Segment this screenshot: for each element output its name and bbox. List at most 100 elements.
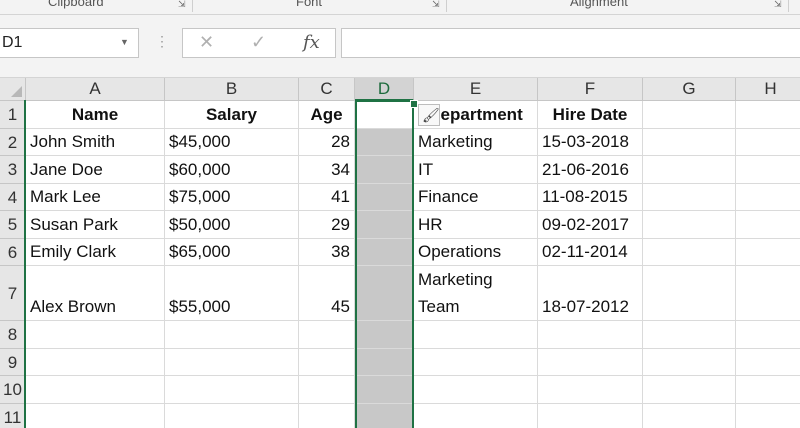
cell-f3[interactable]: 21-06-2016	[538, 156, 643, 184]
column-header-g[interactable]: G	[643, 78, 736, 101]
row-header-5[interactable]: 5	[0, 211, 26, 239]
cell-h9[interactable]	[736, 349, 800, 376]
cell-f11[interactable]	[538, 404, 643, 428]
cell-h5[interactable]	[736, 211, 800, 239]
column-header-c[interactable]: C	[299, 78, 355, 101]
cell-f1[interactable]: Hire Date	[538, 101, 643, 129]
drag-handle-icon[interactable]: ⋮	[155, 33, 169, 50]
cell-c8[interactable]	[299, 321, 355, 349]
cell-e9[interactable]	[414, 349, 538, 376]
cell-b9[interactable]	[165, 349, 299, 376]
cell-h8[interactable]	[736, 321, 800, 349]
cell-f9[interactable]	[538, 349, 643, 376]
fill-handle[interactable]	[410, 100, 418, 108]
alignment-launcher-icon[interactable]: ⇲	[774, 0, 782, 10]
font-launcher-icon[interactable]: ⇲	[432, 0, 440, 10]
cell-b7[interactable]: $55,000	[165, 266, 299, 321]
cell-c3[interactable]: 34	[299, 156, 355, 184]
cell-g2[interactable]	[643, 129, 736, 156]
cell-h3[interactable]	[736, 156, 800, 184]
cell-h10[interactable]	[736, 376, 800, 404]
cell-d10[interactable]	[355, 376, 414, 404]
cell-c9[interactable]	[299, 349, 355, 376]
insert-function-button[interactable]: fx	[303, 32, 320, 53]
cell-b10[interactable]	[165, 376, 299, 404]
row-header-4[interactable]: 4	[0, 184, 26, 211]
cell-h11[interactable]	[736, 404, 800, 428]
cell-h2[interactable]	[736, 129, 800, 156]
cell-f5[interactable]: 09-02-2017	[538, 211, 643, 239]
cell-d2[interactable]	[355, 129, 414, 156]
row-header-11[interactable]: 11	[0, 404, 26, 428]
row-header-9[interactable]: 9	[0, 349, 26, 376]
cell-d9[interactable]	[355, 349, 414, 376]
cell-d8[interactable]	[355, 321, 414, 349]
row-header-1[interactable]: 1	[0, 101, 26, 129]
cell-a9[interactable]	[26, 349, 165, 376]
cell-a7[interactable]: Alex Brown	[26, 266, 165, 321]
cell-f2[interactable]: 15-03-2018	[538, 129, 643, 156]
cancel-icon[interactable]: ✕	[199, 32, 214, 53]
cell-e4[interactable]: Finance	[414, 184, 538, 211]
cell-f6[interactable]: 02-11-2014	[538, 239, 643, 266]
cell-g3[interactable]	[643, 156, 736, 184]
cell-e11[interactable]	[414, 404, 538, 428]
paste-options-button[interactable]: 🖌	[418, 104, 440, 126]
cell-d6[interactable]	[355, 239, 414, 266]
cell-e10[interactable]	[414, 376, 538, 404]
cell-g5[interactable]	[643, 211, 736, 239]
cell-b11[interactable]	[165, 404, 299, 428]
column-header-a[interactable]: A	[26, 78, 165, 101]
cell-f10[interactable]	[538, 376, 643, 404]
cell-a4[interactable]: Mark Lee	[26, 184, 165, 211]
cell-b8[interactable]	[165, 321, 299, 349]
row-header-2[interactable]: 2	[0, 129, 26, 156]
row-header-8[interactable]: 8	[0, 321, 26, 349]
column-header-b[interactable]: B	[165, 78, 299, 101]
cell-a1[interactable]: Name	[26, 101, 165, 129]
cell-b2[interactable]: $45,000	[165, 129, 299, 156]
cell-g1[interactable]	[643, 101, 736, 129]
cell-b3[interactable]: $60,000	[165, 156, 299, 184]
cell-c5[interactable]: 29	[299, 211, 355, 239]
cell-b6[interactable]: $65,000	[165, 239, 299, 266]
cell-e5[interactable]: HR	[414, 211, 538, 239]
cell-c6[interactable]: 38	[299, 239, 355, 266]
cell-h7[interactable]	[736, 266, 800, 321]
cell-f8[interactable]	[538, 321, 643, 349]
cell-f7[interactable]: 18-07-2012	[538, 266, 643, 321]
column-header-f[interactable]: F	[538, 78, 643, 101]
row-header-7[interactable]: 7	[0, 266, 26, 321]
spreadsheet-grid[interactable]: A B C D E F G H 1 Name Salary Age Department Hire Dat…	[0, 78, 800, 428]
cell-a6[interactable]: Emily Clark	[26, 239, 165, 266]
cell-h4[interactable]	[736, 184, 800, 211]
cell-g10[interactable]	[643, 376, 736, 404]
cell-a10[interactable]	[26, 376, 165, 404]
cell-h6[interactable]	[736, 239, 800, 266]
cell-a3[interactable]: Jane Doe	[26, 156, 165, 184]
cell-g9[interactable]	[643, 349, 736, 376]
cell-e6[interactable]: Operations	[414, 239, 538, 266]
cell-d11[interactable]	[355, 404, 414, 428]
cell-d7[interactable]	[355, 266, 414, 321]
cell-c2[interactable]: 28	[299, 129, 355, 156]
enter-icon[interactable]: ✓	[251, 32, 266, 53]
formula-input[interactable]	[341, 28, 800, 58]
cell-g8[interactable]	[643, 321, 736, 349]
cell-b5[interactable]: $50,000	[165, 211, 299, 239]
column-header-h[interactable]: H	[736, 78, 800, 101]
cell-b1[interactable]: Salary	[165, 101, 299, 129]
cell-b4[interactable]: $75,000	[165, 184, 299, 211]
cell-d4[interactable]	[355, 184, 414, 211]
cell-e3[interactable]: IT	[414, 156, 538, 184]
row-header-10[interactable]: 10	[0, 376, 26, 404]
cell-e8[interactable]	[414, 321, 538, 349]
cell-g11[interactable]	[643, 404, 736, 428]
name-box[interactable]: D1 ▼	[0, 28, 139, 58]
cell-a8[interactable]	[26, 321, 165, 349]
chevron-down-icon[interactable]: ▼	[120, 37, 129, 47]
cell-c10[interactable]	[299, 376, 355, 404]
cell-a11[interactable]	[26, 404, 165, 428]
row-header-6[interactable]: 6	[0, 239, 26, 266]
cell-e7[interactable]: Marketing Team	[414, 266, 538, 321]
